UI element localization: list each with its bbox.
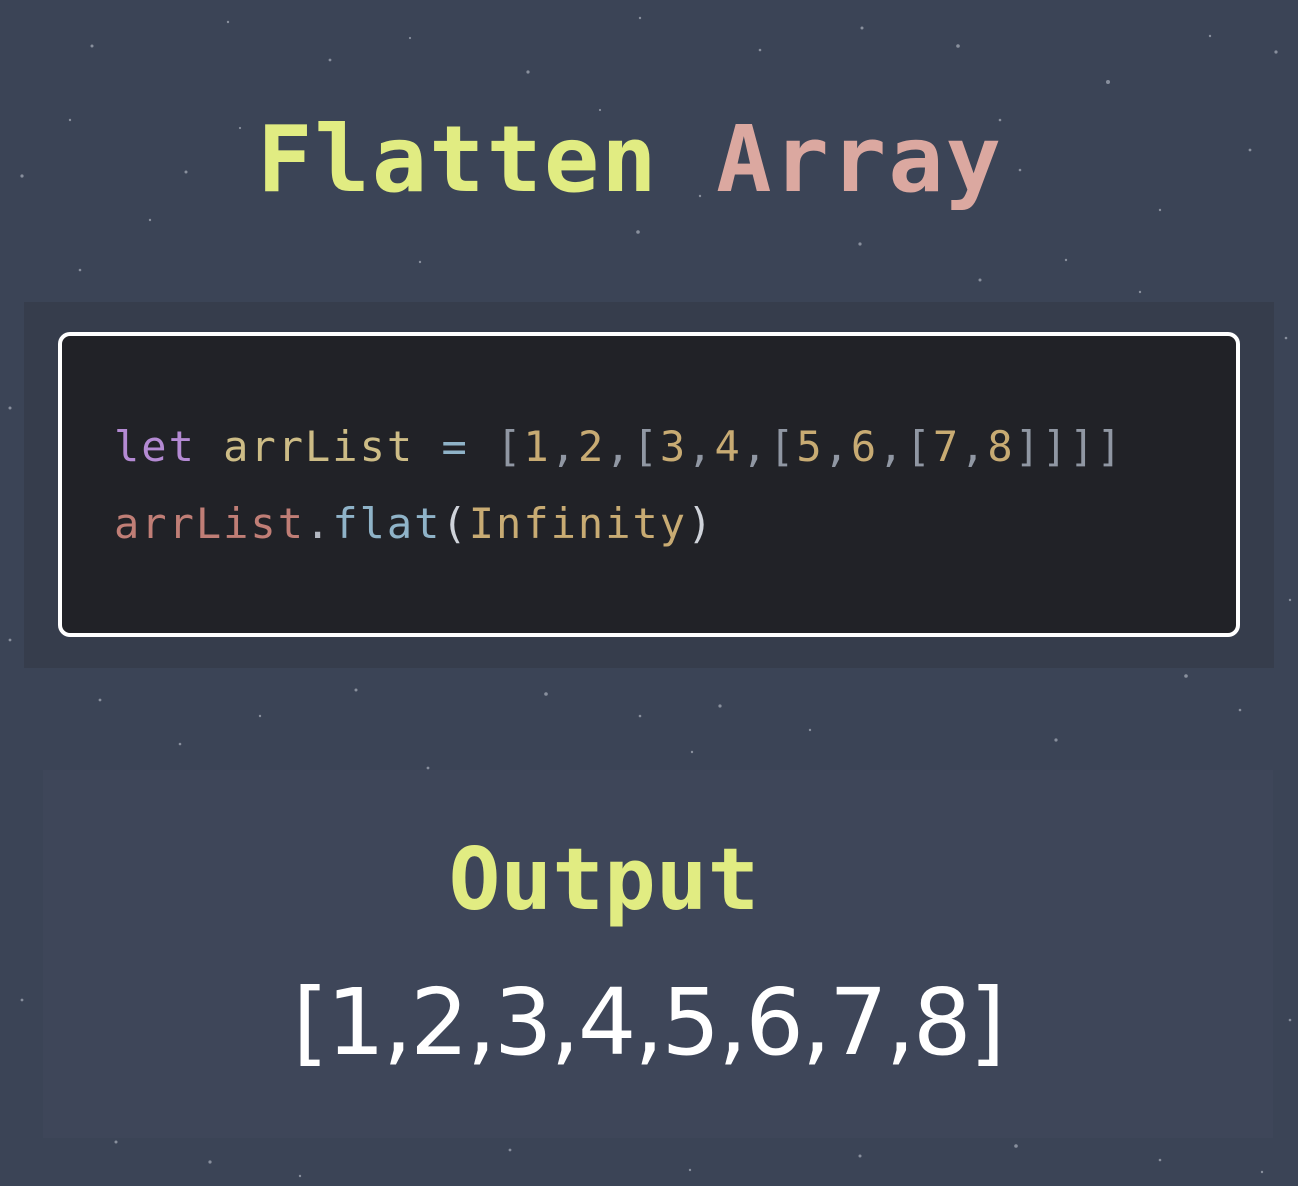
code-variable-name: arrList — [223, 422, 415, 471]
code-method-name: flat — [332, 499, 442, 548]
code-comma: , — [741, 422, 770, 471]
code-bracket: [ — [905, 422, 933, 471]
code-bracket: [ — [496, 422, 524, 471]
code-snippet-card: let arrList = [1,2,[3,4,[5,6,[7,8]]]] arr… — [58, 332, 1240, 637]
output-value: [1,2,3,4,5,6,7,8] — [292, 969, 1006, 1076]
title-word-flatten: Flatten — [256, 106, 659, 213]
code-number: 8 — [987, 422, 1015, 471]
code-number: 2 — [577, 422, 606, 471]
code-bracket: [ — [769, 422, 797, 471]
code-number: 5 — [796, 422, 824, 471]
title-word-array: Array — [716, 106, 1004, 213]
code-comma: , — [605, 422, 633, 471]
code-comma: , — [878, 422, 906, 471]
page-title: Flatten Array — [0, 105, 1260, 215]
code-line-1: let arrList = [1,2,[3,4,[5,6,[7,8]]]] — [114, 408, 1124, 485]
code-number: 1 — [523, 422, 551, 471]
code-comma: , — [960, 422, 988, 471]
code-dot: . — [305, 499, 333, 548]
code-comma: , — [823, 422, 851, 471]
code-keyword-let: let — [114, 422, 196, 471]
code-object-name: arrList — [114, 499, 306, 548]
code-line-2: arrList.flat(Infinity) — [114, 485, 1124, 562]
code-number: 6 — [850, 422, 879, 471]
code-number: 7 — [932, 422, 961, 471]
code-argument: Infinity — [468, 499, 688, 548]
code-paren-open: ( — [441, 499, 469, 548]
code-paren-close: ) — [687, 499, 715, 548]
code-closing-brackets: ]]]] — [1014, 422, 1124, 471]
code-number: 4 — [714, 422, 742, 471]
output-label: Output — [448, 830, 760, 930]
code-number: 3 — [659, 422, 688, 471]
code-comma: , — [550, 422, 578, 471]
code-bracket: [ — [632, 422, 660, 471]
code-block: let arrList = [1,2,[3,4,[5,6,[7,8]]]] arr… — [114, 408, 1124, 562]
code-assign-operator: = — [441, 422, 469, 471]
code-comma: , — [687, 422, 715, 471]
output-panel — [43, 770, 1273, 1138]
